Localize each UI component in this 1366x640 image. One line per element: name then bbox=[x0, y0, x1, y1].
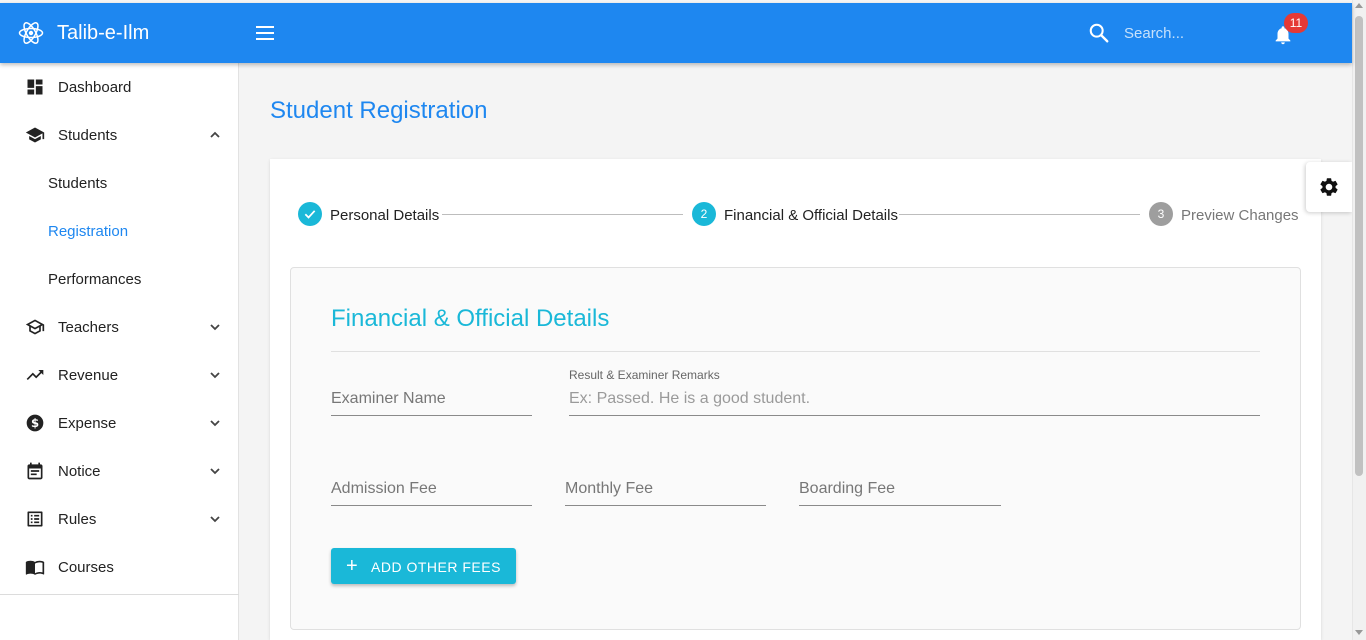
sidebar-subitem-performances[interactable]: Performances bbox=[0, 259, 239, 299]
search-icon[interactable] bbox=[1088, 22, 1110, 44]
monthly-fee-input[interactable] bbox=[565, 480, 766, 498]
admission-fee-input[interactable] bbox=[331, 480, 532, 498]
sidebar: Dashboard Students Students Registration… bbox=[0, 63, 239, 640]
app-bar: Talib-e-Ilm 11 bbox=[0, 3, 1352, 63]
hamburger-icon[interactable] bbox=[256, 23, 276, 43]
step-connector bbox=[442, 214, 683, 215]
sidebar-subitem-registration[interactable]: Registration bbox=[0, 211, 239, 251]
sidebar-item-label: Expense bbox=[58, 414, 117, 432]
chevron-down-icon bbox=[210, 372, 220, 379]
stepper: Personal Details 2 Financial & Official … bbox=[298, 202, 1299, 228]
notification-badge: 11 bbox=[1284, 13, 1308, 33]
sidebar-item-label: Notice bbox=[58, 462, 101, 480]
school-icon bbox=[25, 127, 45, 143]
book-icon bbox=[25, 560, 45, 575]
search-bar bbox=[1088, 22, 1254, 44]
sidebar-item-label: Revenue bbox=[58, 366, 119, 384]
svg-text:$: $ bbox=[31, 416, 39, 430]
remarks-field bbox=[569, 390, 1260, 416]
sidebar-item-label: Students bbox=[58, 126, 118, 144]
examiner-name-input[interactable] bbox=[331, 390, 532, 408]
dashboard-icon bbox=[27, 79, 43, 95]
sidebar-item-label: Courses bbox=[58, 558, 114, 576]
app-title: Talib-e-Ilm bbox=[57, 21, 150, 44]
boarding-fee-field bbox=[799, 480, 1001, 506]
sidebar-subitem-label: Students bbox=[48, 174, 108, 192]
chevron-down-icon bbox=[210, 324, 220, 331]
step-1-label: Personal Details bbox=[330, 207, 440, 224]
sidebar-item-students[interactable]: Students bbox=[0, 115, 239, 155]
step-3-label: Preview Changes bbox=[1181, 207, 1299, 224]
sidebar-item-courses[interactable]: Courses bbox=[0, 547, 239, 587]
sidebar-item-revenue[interactable]: Revenue bbox=[0, 355, 239, 395]
react-atom-icon bbox=[18, 22, 44, 44]
section-divider bbox=[331, 351, 1260, 352]
chevron-up-icon bbox=[210, 131, 220, 138]
sidebar-item-dashboard[interactable]: Dashboard bbox=[0, 67, 239, 107]
plus-icon: + bbox=[346, 555, 359, 577]
sidebar-item-label: Teachers bbox=[58, 318, 119, 336]
brand[interactable]: Talib-e-Ilm bbox=[18, 3, 149, 63]
chevron-down-icon bbox=[210, 420, 220, 427]
search-input[interactable] bbox=[1124, 24, 1254, 42]
sidebar-subitem-students[interactable]: Students bbox=[0, 163, 239, 203]
sidebar-item-rules[interactable]: Rules bbox=[0, 499, 239, 539]
teacher-icon bbox=[25, 319, 45, 335]
gear-icon bbox=[1320, 178, 1338, 196]
calendar-icon bbox=[27, 462, 43, 480]
add-other-fees-label: ADD OTHER FEES bbox=[371, 559, 501, 575]
scroll-down-arrow-icon[interactable] bbox=[1355, 630, 1363, 635]
sidebar-item-expense[interactable]: $ Expense bbox=[0, 403, 239, 443]
scroll-up-arrow-icon[interactable] bbox=[1355, 3, 1363, 8]
sidebar-item-label: Dashboard bbox=[58, 78, 132, 96]
sidebar-item-teachers[interactable]: Teachers bbox=[0, 307, 239, 347]
settings-button[interactable] bbox=[1306, 162, 1352, 212]
step-2-label: Financial & Official Details bbox=[724, 207, 898, 224]
step-connector bbox=[899, 214, 1140, 215]
remarks-label: Result & Examiner Remarks bbox=[569, 368, 720, 382]
check-icon bbox=[298, 202, 322, 226]
dollar-icon: $ bbox=[26, 414, 44, 432]
remarks-input[interactable] bbox=[569, 390, 1260, 408]
monthly-fee-field bbox=[565, 480, 766, 506]
step-3-number: 3 bbox=[1149, 202, 1173, 226]
sidebar-subitem-label: Performances bbox=[48, 270, 142, 288]
admission-fee-field bbox=[331, 480, 532, 506]
boarding-fee-input[interactable] bbox=[799, 480, 1001, 498]
page-title: Student Registration bbox=[270, 97, 488, 124]
examiner-name-field bbox=[331, 390, 532, 416]
sidebar-item-notice[interactable]: Notice bbox=[0, 451, 239, 491]
scrollbar-thumb[interactable] bbox=[1355, 16, 1363, 476]
chevron-down-icon bbox=[210, 468, 220, 475]
sidebar-item-label: Rules bbox=[58, 510, 97, 528]
sidebar-subitem-label: Registration bbox=[48, 222, 129, 240]
trending-up-icon bbox=[26, 370, 44, 380]
step-2-number: 2 bbox=[692, 202, 716, 226]
section-title: Financial & Official Details bbox=[331, 305, 610, 332]
sidebar-divider bbox=[0, 594, 239, 595]
list-icon bbox=[27, 511, 43, 527]
chevron-down-icon bbox=[210, 516, 220, 523]
add-other-fees-button[interactable]: + ADD OTHER FEES bbox=[331, 548, 516, 584]
